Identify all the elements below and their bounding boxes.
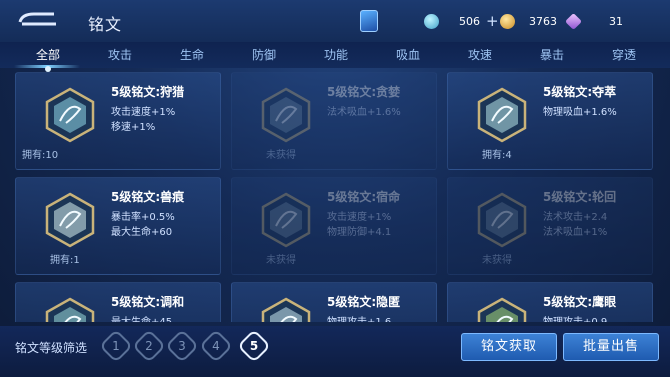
rune-fate-icon [261, 192, 311, 248]
rune-name: 5级铭文:夺萃 [543, 85, 617, 99]
rune-attr: 物理吸血+1.6% [543, 107, 617, 118]
rune-stealth-icon [261, 297, 311, 322]
crystal-resource: 31 [565, 12, 623, 30]
rune-attr: 物理防御+4.1 [327, 227, 392, 238]
gem-count: 506 [459, 14, 480, 28]
rune-beast-mark-icon [45, 192, 95, 248]
level-number: 5 [249, 339, 259, 353]
rune-attr: 暴击率+0.5% [111, 212, 175, 223]
tab-utility[interactable]: 功能 [312, 46, 360, 63]
page-title: 铭文 [88, 15, 123, 34]
batch-sell-button[interactable]: 批量出售 [563, 333, 659, 361]
rune-harmony-icon [45, 297, 95, 322]
rune-card[interactable]: 5级铭文:鹰眼 物理攻击+0.9 [447, 282, 653, 322]
rune-name: 5级铭文:隐匿 [327, 295, 401, 309]
add-gem-icon[interactable]: + [486, 14, 499, 29]
rune-hawkeye-icon [477, 297, 527, 322]
crystal-icon [565, 12, 582, 30]
rune-card[interactable]: 5级铭文:贪婪 法术吸血+1.6% 未获得 [231, 72, 437, 170]
rune-name: 5级铭文:轮回 [543, 190, 617, 204]
rune-attr: 攻击速度+1% [111, 107, 176, 118]
tab-defense[interactable]: 防御 [240, 46, 288, 63]
level-number: 3 [178, 339, 186, 353]
rune-attr: 物理攻击+0.9 [543, 313, 607, 322]
tab-lifesteal[interactable]: 吸血 [384, 46, 432, 63]
gold-coin-icon [500, 13, 515, 29]
crystal-count: 31 [609, 14, 623, 28]
rune-name: 5级铭文:贪婪 [327, 85, 401, 99]
rune-reincarnation-icon [477, 192, 527, 248]
gold-count: 3763 [529, 14, 557, 28]
level-filter-label: 铭文等级筛选 [15, 341, 88, 355]
rune-name: 5级铭文:兽痕 [111, 190, 185, 204]
rune-card[interactable]: 5级铭文:兽痕 暴击率+0.5% 最大生命+60 拥有:1 [15, 177, 221, 275]
rune-owned: 拥有:1 [50, 255, 80, 266]
gold-resource: 3763 [500, 12, 557, 30]
rune-card[interactable]: 5级铭文:调和 最大生命+45 [15, 282, 221, 322]
rune-grid: 5级铭文:狩猎 攻击速度+1% 移速+1% 拥有:10 5级铭文:贪婪 法术吸血… [15, 72, 655, 322]
tab-all[interactable]: 全部 [24, 46, 72, 63]
rune-owned: 拥有:10 [22, 150, 59, 161]
rune-card[interactable]: 5级铭文:狩猎 攻击速度+1% 移速+1% 拥有:10 [15, 72, 221, 170]
tab-penetration[interactable]: 穿透 [600, 46, 648, 63]
acquire-rune-button[interactable]: 铭文获取 [461, 333, 557, 361]
rune-attr: 法术吸血+1% [543, 227, 608, 238]
rune-greed-icon [261, 87, 311, 143]
rune-name: 5级铭文:调和 [111, 295, 185, 309]
level-number: 1 [112, 339, 120, 353]
rune-owned: 未获得 [266, 255, 296, 266]
level-number: 2 [145, 339, 153, 353]
rune-plunder-icon [477, 87, 527, 143]
rune-attr: 最大生命+45 [111, 313, 172, 322]
rune-name: 5级铭文:宿命 [327, 190, 401, 204]
rune-attr: 法术攻击+2.4 [543, 212, 608, 223]
tab-attack[interactable]: 攻击 [96, 46, 144, 63]
rune-owned: 未获得 [482, 255, 512, 266]
rune-owned: 拥有:4 [482, 150, 512, 161]
tab-attack-speed[interactable]: 攻速 [456, 46, 504, 63]
rune-attr: 法术吸血+1.6% [327, 107, 401, 118]
rune-card[interactable]: 5级铭文:隐匿 物理攻击+1.6 [231, 282, 437, 322]
level-number: 4 [212, 339, 220, 353]
rune-card[interactable]: 5级铭文:宿命 攻击速度+1% 物理防御+4.1 未获得 [231, 177, 437, 275]
rune-hunting-icon [45, 87, 95, 143]
gem-icon [424, 13, 439, 29]
rune-owned: 未获得 [266, 150, 296, 161]
rune-book-icon[interactable] [360, 10, 378, 32]
rune-attr: 攻击速度+1% [327, 212, 392, 223]
tab-health[interactable]: 生命 [168, 46, 216, 63]
rune-card[interactable]: 5级铭文:轮回 法术攻击+2.4 法术吸血+1% 未获得 [447, 177, 653, 275]
tab-critical[interactable]: 暴击 [528, 46, 576, 63]
gem-resource: 506 + [424, 12, 499, 30]
rune-name: 5级铭文:狩猎 [111, 85, 185, 99]
rune-attr: 最大生命+60 [111, 227, 173, 238]
rune-attr: 物理攻击+1.6 [327, 313, 391, 322]
rune-name: 5级铭文:鹰眼 [543, 295, 617, 309]
rune-card[interactable]: 5级铭文:夺萃 物理吸血+1.6% 拥有:4 [447, 72, 653, 170]
back-arrow-icon[interactable] [18, 10, 58, 28]
rune-attr: 移速+1% [111, 122, 156, 133]
